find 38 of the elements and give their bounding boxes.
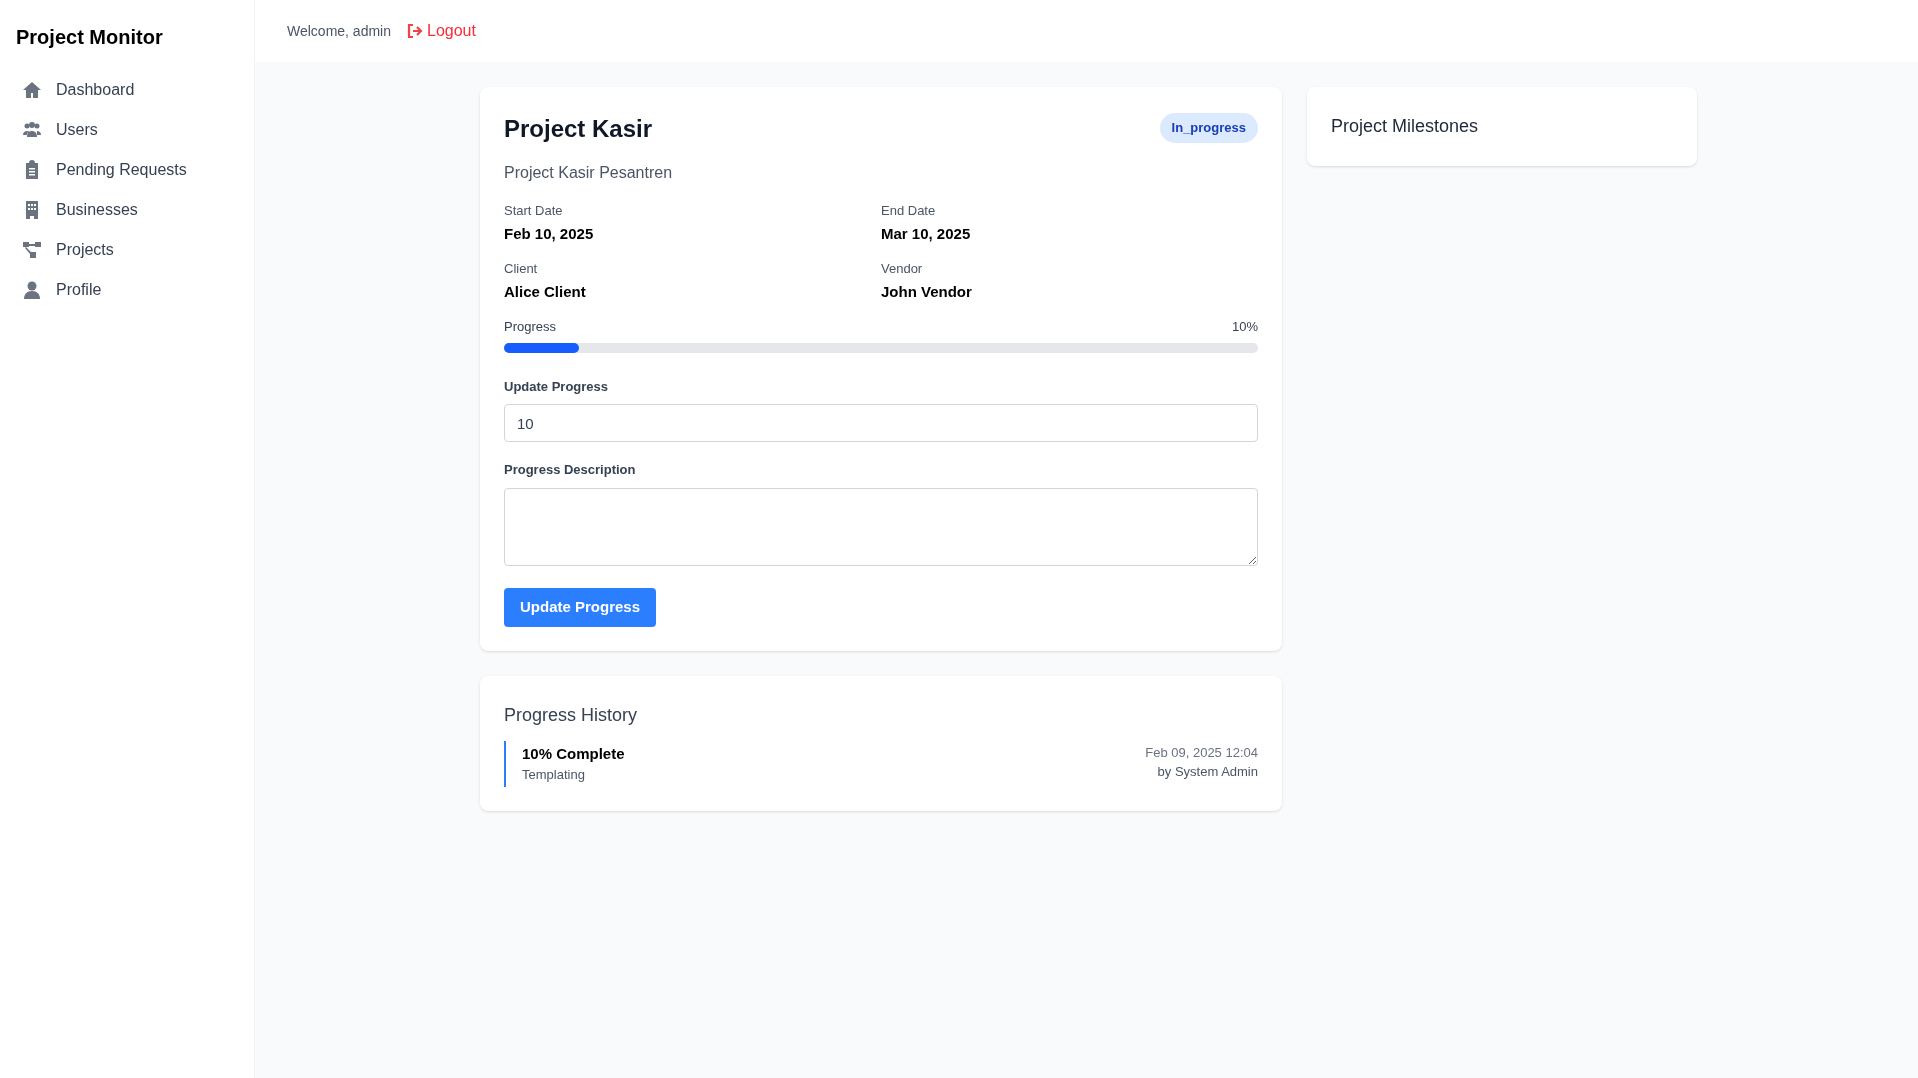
field-label: Start Date xyxy=(504,202,564,220)
entry-time: Feb 09, 2025 12:04 xyxy=(1145,743,1258,762)
progress-percent: 10% xyxy=(1231,318,1258,336)
description-textarea[interactable] xyxy=(504,487,1258,566)
logout-icon xyxy=(407,24,423,38)
update-progress-button[interactable]: Update Progress xyxy=(504,587,657,627)
sidebar-item[interactable]: Projects xyxy=(0,230,254,270)
app-title: Project Monitor xyxy=(15,25,164,50)
field-value: Alice Client xyxy=(504,281,587,302)
progress-label: Progress xyxy=(504,318,557,336)
sidebar-item[interactable]: Users xyxy=(0,110,254,150)
sidebar-item[interactable]: Profile xyxy=(0,270,254,310)
field-value: Mar 10, 2025 xyxy=(881,223,972,244)
section-title: Progress History xyxy=(504,703,639,727)
network-icon xyxy=(22,240,42,260)
field-label: Vendor xyxy=(881,260,924,278)
home-icon xyxy=(22,80,42,100)
sidebar-item[interactable]: Businesses xyxy=(0,190,254,230)
logout-link[interactable]: Logout xyxy=(407,19,476,43)
project-description: Project Kasir Pesantren xyxy=(504,163,674,183)
section-title: Project Milestones xyxy=(1331,115,1480,138)
user-icon xyxy=(22,280,42,300)
entry-note: Templating xyxy=(522,766,586,784)
field-value: John Vendor xyxy=(881,281,973,302)
field-label: End Date xyxy=(881,202,937,220)
welcome-text: Welcome, admin xyxy=(287,21,391,41)
sidebar-item[interactable]: Pending Requests xyxy=(0,150,254,190)
sidebar-item[interactable]: Dashboard xyxy=(0,70,254,110)
field-label: Update Progress xyxy=(504,377,610,396)
status-badge: In_progress xyxy=(1159,113,1258,143)
field-value: Feb 10, 2025 xyxy=(504,223,595,244)
entry-author: by System Admin xyxy=(1157,763,1258,781)
entry-title: 10% Complete xyxy=(522,743,625,764)
field-label: Progress Description xyxy=(504,461,637,479)
progress-input[interactable]: 10 xyxy=(504,404,1258,442)
users-icon xyxy=(22,120,42,140)
project-title: Project Kasir xyxy=(504,114,653,144)
field-label: Client xyxy=(504,260,539,278)
